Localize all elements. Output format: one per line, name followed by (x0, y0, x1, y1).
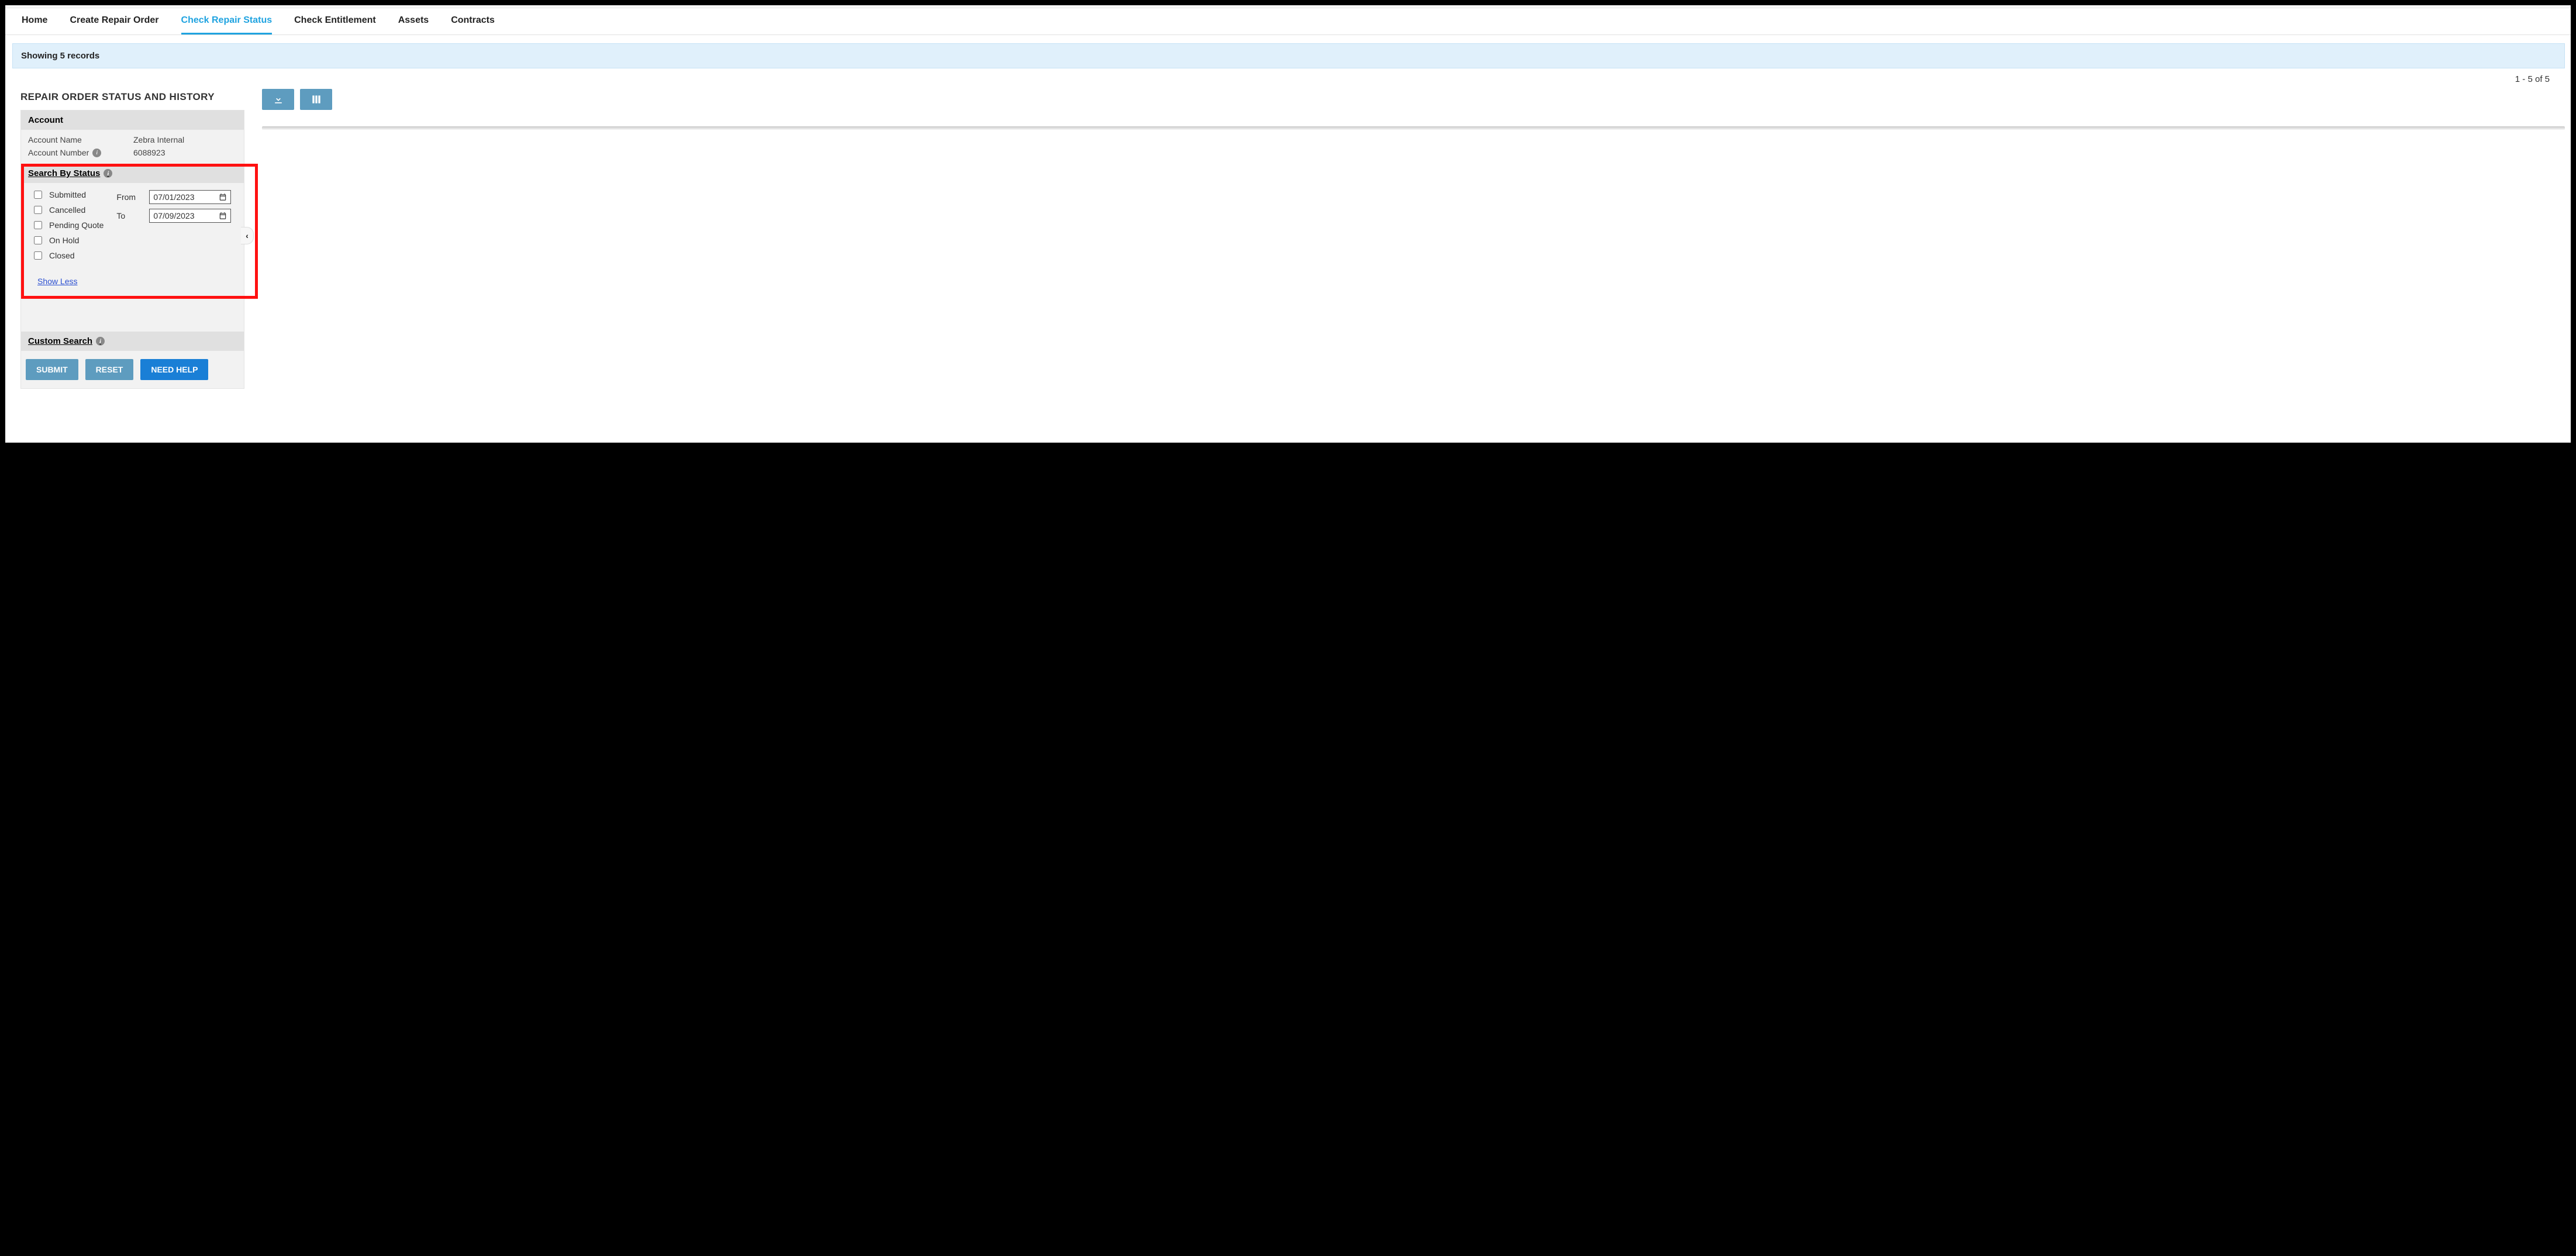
checkbox-cancelled-label: Cancelled (49, 205, 85, 215)
checkbox-closed-input[interactable] (34, 251, 42, 260)
checkbox-cancelled[interactable]: Cancelled (34, 205, 104, 215)
need-help-button[interactable]: NEED HELP (140, 359, 208, 380)
account-name-value: Zebra Internal (133, 135, 184, 144)
checkbox-pending-quote-label: Pending Quote (49, 220, 104, 230)
main-nav: Home Create Repair Order Check Repair St… (5, 8, 2571, 35)
checkbox-pending-quote-input[interactable] (34, 221, 42, 229)
from-label: From (116, 192, 143, 202)
info-icon[interactable]: i (92, 149, 101, 157)
checkbox-submitted[interactable]: Submitted (34, 190, 104, 199)
filter-panel: Account Account Name Zebra Internal Acco… (20, 110, 244, 389)
checkbox-pending-quote[interactable]: Pending Quote (34, 220, 104, 230)
info-icon[interactable]: i (96, 337, 105, 346)
columns-button[interactable] (300, 89, 332, 110)
columns-icon (311, 94, 322, 105)
nav-create-repair-order[interactable]: Create Repair Order (70, 8, 158, 34)
chevron-left-icon: ‹ (246, 231, 249, 240)
download-icon (273, 94, 284, 105)
nav-check-entitlement[interactable]: Check Entitlement (294, 8, 376, 34)
collapse-panel-button[interactable]: ‹ (241, 227, 254, 244)
page-title: REPAIR ORDER STATUS AND HISTORY (11, 88, 248, 110)
divider (262, 126, 2565, 130)
nav-home[interactable]: Home (22, 8, 47, 34)
app-window: Home Create Repair Order Check Repair St… (5, 5, 2571, 443)
nav-assets[interactable]: Assets (398, 8, 429, 34)
checkbox-on-hold-label: On Hold (49, 236, 79, 245)
account-number-label: Account Number i (28, 148, 133, 157)
checkbox-on-hold[interactable]: On Hold (34, 236, 104, 245)
checkbox-on-hold-input[interactable] (34, 236, 42, 244)
records-count-bar: Showing 5 records (12, 43, 2565, 68)
account-name-label: Account Name (28, 135, 133, 144)
account-number-value: 6088923 (133, 148, 165, 157)
calendar-icon (219, 212, 227, 220)
checkbox-closed-label: Closed (49, 251, 75, 260)
reset-button[interactable]: RESET (85, 359, 134, 380)
checkbox-closed[interactable]: Closed (34, 251, 104, 260)
checkbox-cancelled-input[interactable] (34, 206, 42, 214)
nav-check-repair-status[interactable]: Check Repair Status (181, 8, 273, 34)
info-icon[interactable]: i (104, 169, 112, 178)
custom-search-header[interactable]: Custom Search i (21, 332, 244, 351)
pagination-info: 1 - 5 of 5 (5, 68, 2571, 88)
submit-button[interactable]: SUBMIT (26, 359, 78, 380)
show-less-link[interactable]: Show Less (37, 277, 77, 286)
checkbox-submitted-label: Submitted (49, 190, 86, 199)
from-date-input[interactable]: 07/01/2023 (149, 190, 231, 204)
to-label: To (116, 211, 143, 220)
calendar-icon (219, 193, 227, 201)
to-date-input[interactable]: 07/09/2023 (149, 209, 231, 223)
nav-contracts[interactable]: Contracts (451, 8, 495, 34)
checkbox-submitted-input[interactable] (34, 191, 42, 199)
search-by-status-header[interactable]: Search By Status i (21, 164, 244, 183)
download-button[interactable] (262, 89, 294, 110)
account-header: Account (21, 111, 244, 130)
